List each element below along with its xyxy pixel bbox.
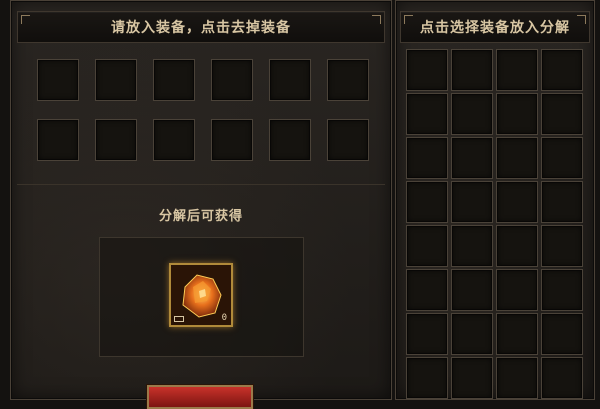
decompose-panel: 请放入装备，点击去掉装备 分解后可获得 0 (10, 0, 392, 409)
result-title: 分解后可获得 (158, 209, 243, 224)
corner-ornament (21, 15, 30, 24)
inventory-slot[interactable] (406, 49, 448, 91)
inventory-slot[interactable] (541, 357, 583, 399)
inventory-slot[interactable] (451, 357, 493, 399)
inventory-slot[interactable] (406, 225, 448, 267)
decompose-button[interactable] (147, 385, 253, 409)
inventory-slot[interactable] (496, 49, 538, 91)
item-count: 0 (221, 313, 227, 323)
corner-ornament (577, 15, 586, 24)
inventory-slot[interactable] (541, 181, 583, 223)
corner-ornament (372, 15, 381, 24)
inventory-slot[interactable] (451, 137, 493, 179)
equip-panel-header: 请放入装备，点击去掉装备 (17, 11, 385, 43)
inventory-slot[interactable] (496, 269, 538, 311)
inventory-slot[interactable] (496, 181, 538, 223)
equip-slot[interactable] (153, 59, 195, 101)
inventory-slot[interactable] (541, 93, 583, 135)
inventory-slot[interactable] (496, 137, 538, 179)
inventory-slot[interactable] (496, 93, 538, 135)
inventory-slot[interactable] (496, 357, 538, 399)
inventory-slot[interactable] (451, 181, 493, 223)
equip-slot[interactable] (37, 59, 79, 101)
equip-slot[interactable] (327, 59, 369, 101)
equip-slot[interactable] (211, 59, 253, 101)
inventory-slot[interactable] (451, 49, 493, 91)
inventory-panel-header: 点击选择装备放入分解 (400, 11, 590, 43)
inventory-slot[interactable] (451, 93, 493, 135)
inventory-slot[interactable] (496, 313, 538, 355)
inventory-panel-title: 点击选择装备放入分解 (420, 20, 570, 36)
inventory-slot[interactable] (451, 269, 493, 311)
inventory-slot[interactable] (541, 225, 583, 267)
inventory-slot[interactable] (406, 269, 448, 311)
inventory-slot[interactable] (406, 93, 448, 135)
inventory-slot[interactable] (541, 269, 583, 311)
equip-slot[interactable] (153, 119, 195, 161)
equip-slot[interactable] (211, 119, 253, 161)
equip-panel-title: 请放入装备，点击去掉装备 (111, 20, 291, 36)
inventory-panel: 点击选择装备放入分解 (395, 0, 595, 400)
equip-slot[interactable] (37, 119, 79, 161)
inventory-slot[interactable] (541, 313, 583, 355)
inventory-slot[interactable] (406, 357, 448, 399)
inventory-slot[interactable] (406, 137, 448, 179)
inventory-slot[interactable] (406, 181, 448, 223)
inventory-slot[interactable] (541, 137, 583, 179)
inventory-slot[interactable] (541, 49, 583, 91)
section-divider (17, 184, 385, 185)
equip-slot[interactable] (95, 59, 137, 101)
equip-slot[interactable] (95, 119, 137, 161)
inventory-slot[interactable] (451, 313, 493, 355)
inventory-slot[interactable] (406, 313, 448, 355)
equip-slot[interactable] (269, 119, 311, 161)
equip-slot[interactable] (269, 59, 311, 101)
inventory-slot[interactable] (451, 225, 493, 267)
equip-slot[interactable] (327, 119, 369, 161)
result-item-slot[interactable]: 0 (169, 263, 233, 327)
bind-mark-icon (174, 316, 184, 322)
corner-ornament (404, 15, 413, 24)
inventory-slot[interactable] (496, 225, 538, 267)
